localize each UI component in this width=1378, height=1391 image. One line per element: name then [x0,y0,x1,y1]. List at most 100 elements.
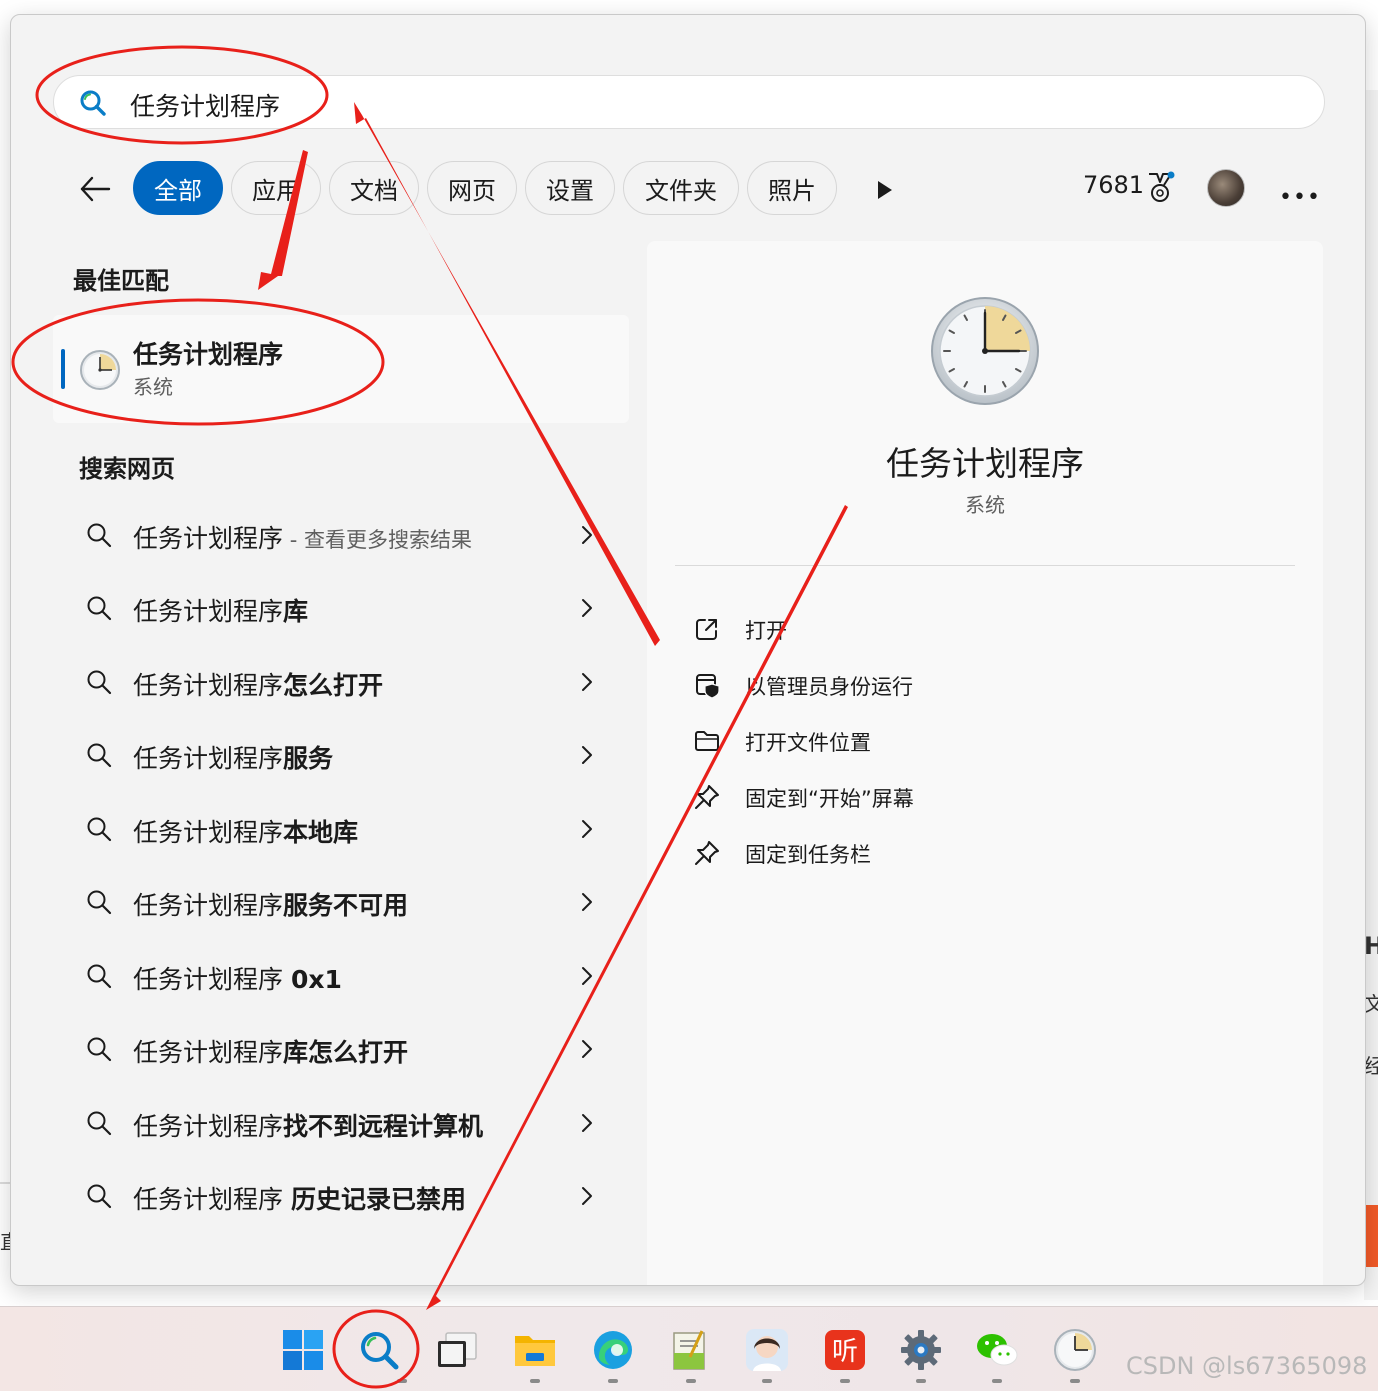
search-icon [80,90,106,116]
web-result-row[interactable]: 任务计划程序服务 [71,725,611,785]
filter-chip-all[interactable]: 全部 [133,161,223,215]
web-result-row[interactable]: 任务计划程序 0x1 [71,946,611,1006]
action-run-as-admin[interactable]: 以管理员身份运行 [683,661,1203,709]
best-match-type: 系统 [133,375,173,399]
web-result-text: 任务计划程序服务 [133,744,334,773]
task-scheduler-indicator [1070,1379,1080,1383]
search-icon [87,596,112,621]
avatar-app-indicator [762,1379,772,1383]
folder-icon [695,731,719,751]
action-open[interactable]: 打开 [683,605,1203,653]
background-peek-text: 文 [1364,992,1378,1016]
action-pin-to-start-label: 固定到“开始”屏幕 [745,787,914,811]
open-external-icon [696,619,717,640]
web-result-row[interactable]: 任务计划程序库怎么打开 [71,1019,611,1079]
filter-chip-apps[interactable]: 应用 [231,161,321,215]
filter-chip-documents[interactable]: 文档 [329,161,419,215]
selection-indicator [61,349,65,389]
web-result-row[interactable]: 任务计划程序 历史记录已禁用 [71,1166,611,1226]
detail-app-type: 系统 [965,493,1005,517]
action-open-label: 打开 [745,619,787,643]
search-panel: 任务计划程序 全部 应用 文档 网页 设置 文件夹 照片 7681 ••• 最佳… [10,14,1366,1286]
watermark: CSDN @ls67365098 [1126,1352,1368,1380]
web-result-row[interactable]: 任务计划程序库 [71,578,611,638]
more-options-icon[interactable]: ••• [1279,185,1321,210]
best-match-item[interactable]: 任务计划程序 系统 [53,315,629,423]
search-box[interactable]: 任务计划程序 [53,75,1325,129]
edge-browser-icon[interactable] [590,1327,636,1373]
task-scheduler-taskbar-icon[interactable] [1052,1327,1098,1373]
web-result-row[interactable]: 任务计划程序找不到远程计算机 [71,1093,611,1153]
task-scheduler-large-clock-icon [931,297,1039,405]
search-web-heading: 搜索网页 [79,455,175,483]
search-icon [87,817,112,842]
action-pin-to-taskbar[interactable]: 固定到任务栏 [683,829,1203,877]
user-avatar[interactable] [1207,169,1245,207]
search-icon [87,890,112,915]
filter-chip-web[interactable]: 网页 [427,161,517,215]
web-result-text: 任务计划程序找不到远程计算机 [133,1112,484,1141]
web-result-text: 任务计划程序服务不可用 [133,891,409,920]
task-scheduler-clock-icon [80,350,120,390]
wechat-indicator [992,1379,1002,1383]
chevron-right-icon [582,1040,592,1058]
search-icon [87,1184,112,1209]
action-pin-to-start[interactable]: 固定到“开始”屏幕 [683,773,1203,821]
web-result-row[interactable]: 任务计划程序本地库 [71,799,611,859]
search-icon [87,743,112,768]
pin-icon [695,785,719,809]
taskbar-search-indicator [397,1379,407,1383]
rewards-medal-icon[interactable] [1145,171,1175,205]
detail-app-name: 任务计划程序 [886,444,1084,483]
filter-chip-settings[interactable]: 设置 [525,161,615,215]
settings-indicator [916,1379,926,1383]
chevron-right-icon [582,893,592,911]
settings-gear-icon[interactable] [898,1327,944,1373]
filter-chip-photos[interactable]: 照片 [747,161,837,215]
background-peek-text: Hi [1364,932,1378,960]
web-result-text: 任务计划程序库怎么打开 [133,1038,409,1067]
web-result-row[interactable]: 任务计划程序 - 查看更多搜索结果 [71,505,611,565]
wechat-icon[interactable] [974,1327,1020,1373]
best-match-name: 任务计划程序 [133,340,284,369]
action-run-as-admin-label: 以管理员身份运行 [745,675,913,699]
listen-app-icon[interactable]: 听 [822,1327,868,1373]
web-result-row[interactable]: 任务计划程序服务不可用 [71,872,611,932]
background-peek-text: 经 [1364,1054,1378,1078]
web-result-text: 任务计划程序 0x1 [133,965,342,994]
action-open-file-location-label: 打开文件位置 [745,731,871,755]
more-filters-play-icon[interactable] [873,179,895,201]
notepad-plus-icon[interactable] [668,1327,714,1373]
search-icon [87,523,112,548]
chevron-right-icon [582,967,592,985]
search-icon [87,670,112,695]
svg-text:听: 听 [832,1337,858,1367]
run-as-admin-icon [696,674,720,699]
file-explorer-icon[interactable] [512,1327,558,1373]
filter-chip-folders[interactable]: 文件夹 [623,161,739,215]
chevron-right-icon [582,820,592,838]
avatar-app-icon[interactable] [744,1327,790,1373]
task-view-icon[interactable] [434,1327,480,1373]
listen-app-indicator [840,1379,850,1383]
web-result-text: 任务计划程序库 [133,597,309,626]
search-query[interactable]: 任务计划程序 [130,87,280,123]
rewards-points: 7681 [1083,171,1145,199]
search-icon [87,964,112,989]
best-match-heading: 最佳匹配 [73,267,169,295]
windows-start-icon[interactable] [280,1327,326,1373]
taskbar-search-icon[interactable] [356,1327,402,1373]
notepad-indicator [686,1379,696,1383]
search-icon [87,1037,112,1062]
chevron-right-icon [582,1114,592,1132]
action-open-file-location[interactable]: 打开文件位置 [683,717,1203,765]
detail-divider [675,565,1295,566]
back-arrow-icon[interactable] [77,171,113,207]
web-result-text: 任务计划程序 - 查看更多搜索结果 [133,524,472,553]
chevron-right-icon [582,1187,592,1205]
file-explorer-indicator [530,1379,540,1383]
background-strip [1364,90,1378,1300]
search-icon [87,1111,112,1136]
web-result-row[interactable]: 任务计划程序怎么打开 [71,652,611,712]
web-result-text: 任务计划程序 历史记录已禁用 [133,1185,466,1214]
